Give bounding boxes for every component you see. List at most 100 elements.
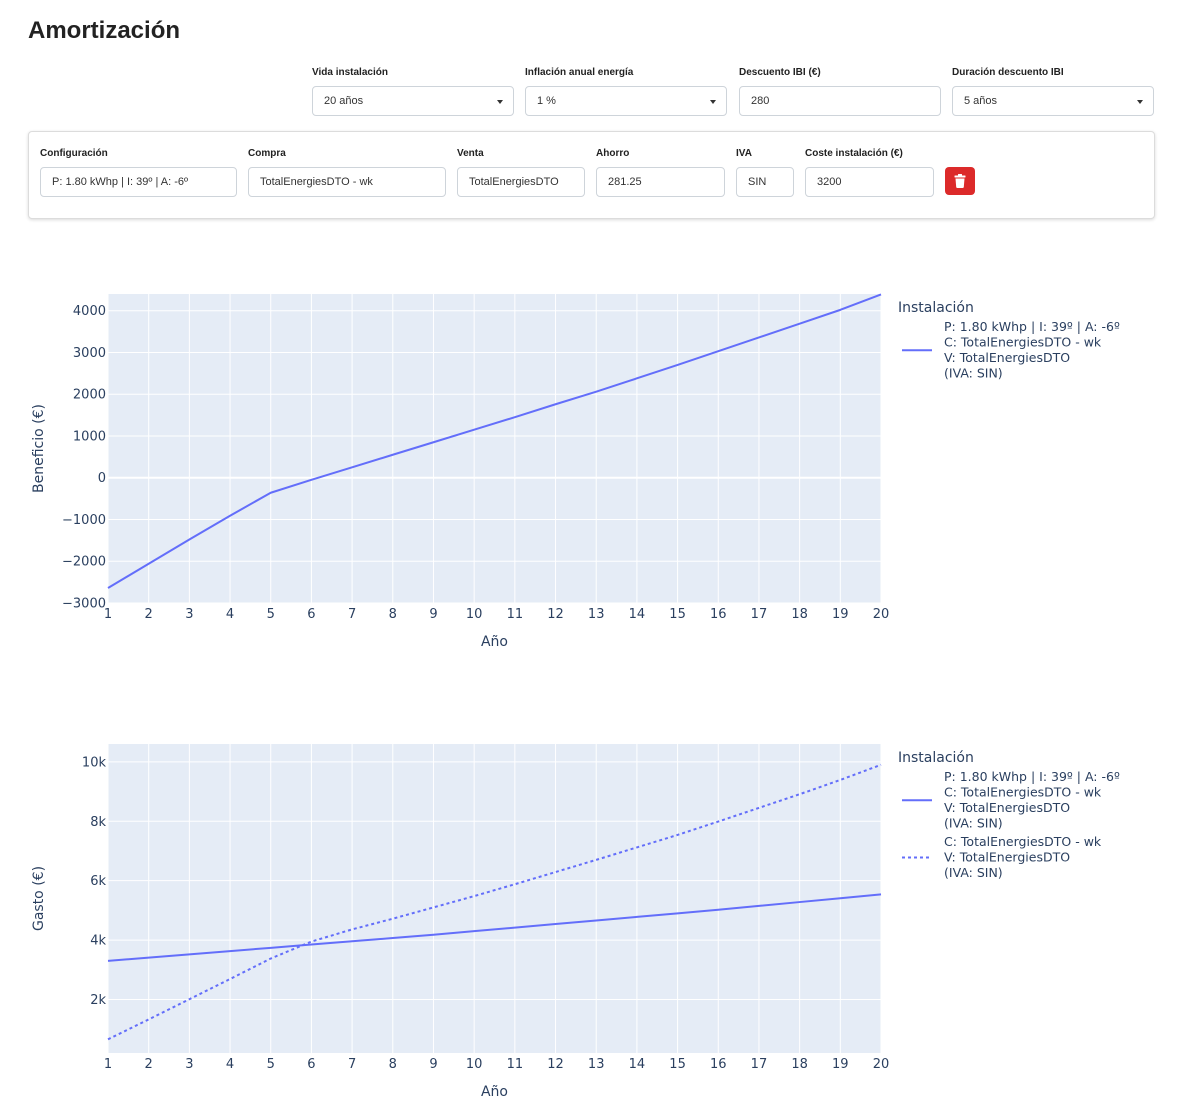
data-point[interactable]: [472, 894, 477, 899]
data-point[interactable]: [431, 440, 436, 445]
data-point[interactable]: [634, 914, 639, 919]
data-point[interactable]: [797, 900, 802, 905]
ahorro-input[interactable]: 281.25: [596, 167, 725, 197]
data-point[interactable]: [756, 805, 761, 810]
data-point[interactable]: [512, 882, 517, 887]
data-point[interactable]: [634, 376, 639, 381]
data-point[interactable]: [350, 465, 355, 470]
data-point[interactable]: [797, 321, 802, 326]
data-point[interactable]: [350, 939, 355, 944]
data-point[interactable]: [594, 389, 599, 394]
data-point[interactable]: [187, 997, 192, 1002]
x-axis-title: Año: [481, 634, 508, 650]
data-point[interactable]: [146, 1017, 151, 1022]
plot-area: [108, 294, 881, 603]
compra-label: Compra: [248, 148, 286, 159]
ibi-value: 280: [751, 95, 770, 107]
x-tick-label: 6: [307, 1057, 315, 1072]
data-point[interactable]: [675, 832, 680, 837]
data-point[interactable]: [675, 362, 680, 367]
data-point[interactable]: [838, 777, 843, 782]
gasto-chart[interactable]: 1 2 3 4 5 6 7 8 9 10 11 12 13 14 15 16 17 18 19 202k4k6k8k1…: [0, 700, 1178, 1110]
coste-input[interactable]: 3200: [805, 167, 934, 197]
iva-input[interactable]: SIN: [736, 167, 794, 197]
data-point[interactable]: [187, 952, 192, 957]
data-point[interactable]: [756, 903, 761, 908]
page-title: Amortización: [28, 17, 181, 44]
y-tick-label: 3000: [73, 346, 106, 361]
x-tick-label: 3: [185, 607, 193, 622]
data-point[interactable]: [431, 932, 436, 937]
data-point[interactable]: [431, 905, 436, 910]
vida-select[interactable]: 20 años: [312, 86, 514, 116]
delete-button[interactable]: [945, 167, 975, 195]
x-tick-label: 14: [629, 607, 646, 622]
data-point[interactable]: [553, 922, 558, 927]
data-point[interactable]: [797, 792, 802, 797]
x-axis-title: Año: [481, 1084, 508, 1100]
venta-label: Venta: [457, 148, 484, 159]
data-point[interactable]: [838, 896, 843, 901]
ibi-input[interactable]: 280: [739, 86, 941, 116]
data-point[interactable]: [879, 292, 884, 297]
data-point[interactable]: [309, 939, 314, 944]
caret-down-icon: [1137, 100, 1143, 104]
data-point[interactable]: [187, 537, 192, 542]
ahorro-value: 281.25: [608, 176, 642, 188]
data-point[interactable]: [594, 857, 599, 862]
inflacion-select[interactable]: 1 %: [525, 86, 727, 116]
data-point[interactable]: [553, 870, 558, 875]
data-point[interactable]: [106, 585, 111, 590]
data-point[interactable]: [268, 490, 273, 495]
data-point[interactable]: [675, 911, 680, 916]
duracion-select[interactable]: 5 años: [952, 86, 1154, 116]
compra-input[interactable]: TotalEnergiesDTO - wk: [248, 167, 446, 197]
inflacion-label: Inflación anual energía: [525, 67, 634, 78]
beneficio-chart[interactable]: 1 2 3 4 5 6 7 8 9 10 11 12 13 14 15 16 17 18 19 20−3000−200…: [0, 250, 1178, 660]
data-point[interactable]: [106, 1037, 111, 1042]
data-point[interactable]: [268, 956, 273, 961]
data-point[interactable]: [228, 949, 233, 954]
data-point[interactable]: [716, 349, 721, 354]
data-point[interactable]: [106, 958, 111, 963]
x-tick-label: 20: [873, 607, 890, 622]
venta-input[interactable]: TotalEnergiesDTO: [457, 167, 585, 197]
data-point[interactable]: [228, 513, 233, 518]
x-tick-label: 5: [267, 1057, 275, 1072]
data-point[interactable]: [309, 477, 314, 482]
data-point[interactable]: [390, 916, 395, 921]
configuracion-input[interactable]: P: 1.80 kWhp | I: 39º | A: -6º: [40, 167, 237, 197]
x-tick-label: 6: [307, 607, 315, 622]
data-point[interactable]: [716, 819, 721, 824]
trash-icon: [954, 174, 966, 188]
x-tick-label: 9: [429, 1057, 437, 1072]
data-point[interactable]: [146, 561, 151, 566]
data-point[interactable]: [350, 927, 355, 932]
data-point[interactable]: [512, 415, 517, 420]
x-tick-label: 9: [429, 607, 437, 622]
coste-label: Coste instalación (€): [805, 148, 903, 159]
data-point[interactable]: [512, 925, 517, 930]
data-point[interactable]: [879, 762, 884, 767]
configuracion-label: Configuración: [40, 148, 108, 159]
x-tick-label: 8: [389, 607, 397, 622]
data-point[interactable]: [879, 892, 884, 897]
data-point[interactable]: [472, 427, 477, 432]
data-point[interactable]: [634, 845, 639, 850]
data-point[interactable]: [756, 335, 761, 340]
legend-entry-text: C: TotalEnergiesDTO - wk: [944, 834, 1102, 849]
data-point[interactable]: [390, 452, 395, 457]
caret-down-icon: [497, 100, 503, 104]
legend-entry-text: P: 1.80 kWhp | I: 39º | A: -6º: [944, 769, 1120, 784]
data-point[interactable]: [838, 307, 843, 312]
data-point[interactable]: [228, 977, 233, 982]
data-point[interactable]: [146, 955, 151, 960]
data-point[interactable]: [268, 945, 273, 950]
data-point[interactable]: [594, 918, 599, 923]
data-point[interactable]: [472, 929, 477, 934]
data-point[interactable]: [390, 936, 395, 941]
data-point[interactable]: [716, 907, 721, 912]
data-point[interactable]: [553, 402, 558, 407]
x-tick-label: 18: [791, 607, 808, 622]
x-tick-label: 17: [751, 1057, 768, 1072]
